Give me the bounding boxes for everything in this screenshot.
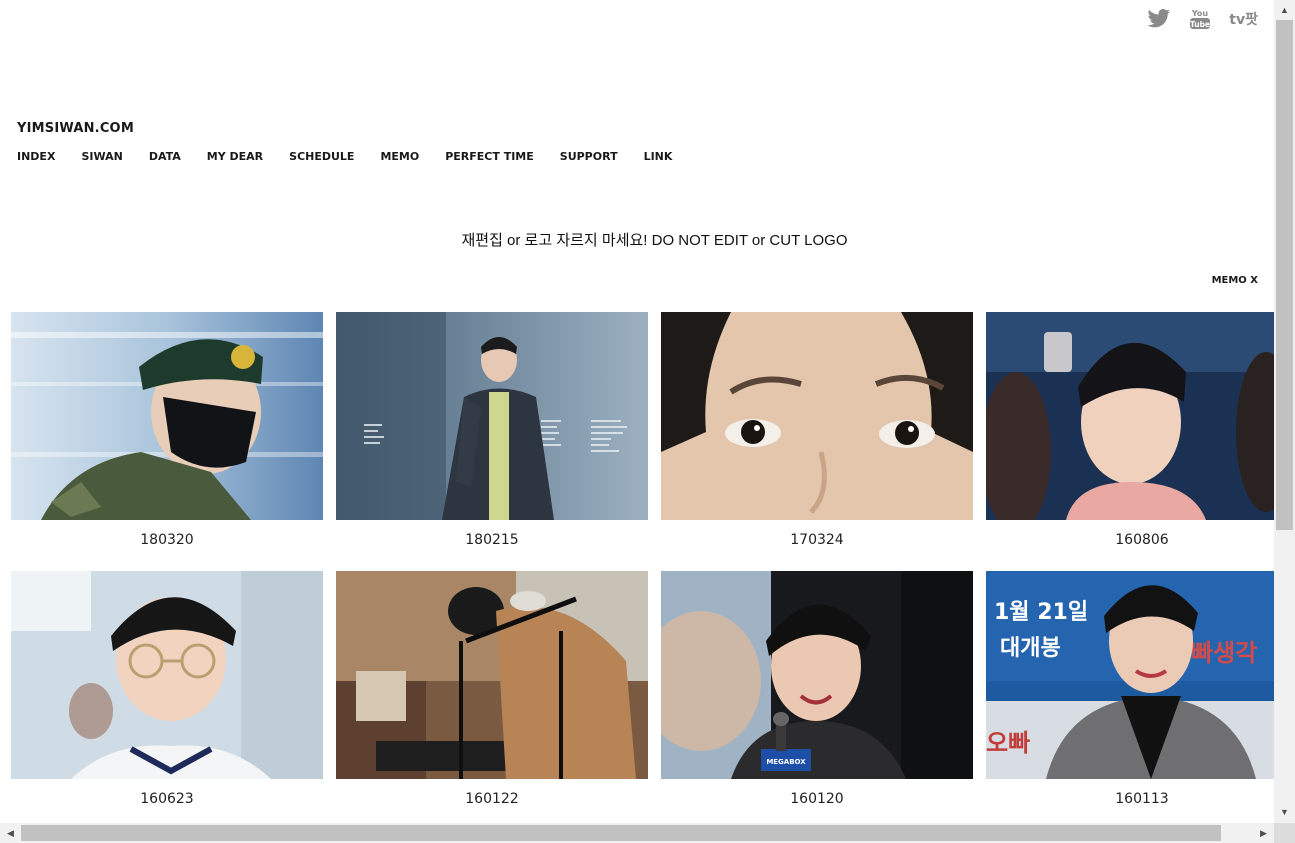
gallery-item[interactable]: 160806 [986,312,1274,571]
gallery-item[interactable]: MEGABOX 160120 [661,571,973,823]
twitter-icon[interactable] [1147,9,1171,29]
photo-caption[interactable]: 160113 [986,791,1274,807]
svg-text:오빠: 오빠 [986,729,1030,757]
photo-thumbnail[interactable] [986,312,1274,520]
svg-text:빠생각: 빠생각 [1191,639,1257,667]
svg-text:대개봉: 대개봉 [1000,636,1061,661]
photo-thumbnail[interactable] [661,312,973,520]
photo-thumbnail[interactable]: MEGABOX [661,571,973,779]
svg-text:You: You [1191,9,1209,18]
photo-caption[interactable]: 160120 [661,791,973,807]
scrollbar-corner [1274,823,1295,843]
nav-support[interactable]: SUPPORT [560,150,618,163]
svg-text:Tube: Tube [1190,20,1210,29]
nav-siwan[interactable]: SIWAN [81,150,122,163]
nav-data[interactable]: DATA [149,150,181,163]
main-nav: INDEX SIWAN DATA MY DEAR SCHEDULE MEMO P… [17,150,698,163]
tvpot-icon[interactable]: tv팟 [1229,9,1258,29]
scroll-up-icon[interactable]: ▲ [1274,2,1295,19]
nav-my-dear[interactable]: MY DEAR [207,150,263,163]
nav-memo[interactable]: MEMO [380,150,419,163]
nav-perfect-time[interactable]: PERFECT TIME [445,150,534,163]
vertical-scrollbar[interactable]: ▲ ▼ [1274,0,1295,823]
gallery-item[interactable]: 170324 [661,312,973,571]
gallery-item[interactable]: 180320 [11,312,323,571]
gallery-item[interactable]: 1월 21일 대개봉 빠생각 오빠 160113 [986,571,1274,823]
edit-notice: 재편집 or 로고 자르지 마세요! DO NOT EDIT or CUT LO… [461,232,848,249]
photo-gallery: 180320 180215 170324 160806 160623 16012… [11,312,1274,823]
photo-thumbnail[interactable] [11,571,323,779]
svg-text:MEGABOX: MEGABOX [766,758,806,766]
page: You Tube tv팟 YIMSIWAN.COM INDEX SIWAN DA… [0,0,1274,823]
youtube-icon[interactable]: You Tube [1189,8,1211,30]
svg-text:1월 21일: 1월 21일 [994,600,1088,625]
social-links: You Tube tv팟 [1147,8,1258,30]
nav-link[interactable]: LINK [644,150,673,163]
vertical-scroll-thumb[interactable] [1276,20,1293,530]
photo-thumbnail[interactable] [336,571,648,779]
horizontal-scrollbar[interactable]: ◀ ▶ [0,823,1274,843]
nav-schedule[interactable]: SCHEDULE [289,150,354,163]
scroll-left-icon[interactable]: ◀ [2,823,19,843]
scroll-right-icon[interactable]: ▶ [1255,823,1272,843]
gallery-item[interactable]: 180215 [336,312,648,571]
photo-thumbnail[interactable]: 1월 21일 대개봉 빠생각 오빠 [986,571,1274,779]
memo-close-button[interactable]: MEMO X [1212,275,1258,286]
photo-thumbnail[interactable] [11,312,323,520]
scroll-down-icon[interactable]: ▼ [1274,804,1295,821]
photo-caption[interactable]: 180215 [336,532,648,548]
photo-thumbnail[interactable] [336,312,648,520]
horizontal-scroll-thumb[interactable] [21,825,1221,841]
photo-caption[interactable]: 180320 [11,532,323,548]
nav-index[interactable]: INDEX [17,150,55,163]
photo-caption[interactable]: 160122 [336,791,648,807]
gallery-item[interactable]: 160122 [336,571,648,823]
photo-caption[interactable]: 160623 [11,791,323,807]
site-logo[interactable]: YIMSIWAN.COM [17,121,134,136]
photo-caption[interactable]: 160806 [986,532,1274,548]
gallery-item[interactable]: 160623 [11,571,323,823]
photo-caption[interactable]: 170324 [661,532,973,548]
